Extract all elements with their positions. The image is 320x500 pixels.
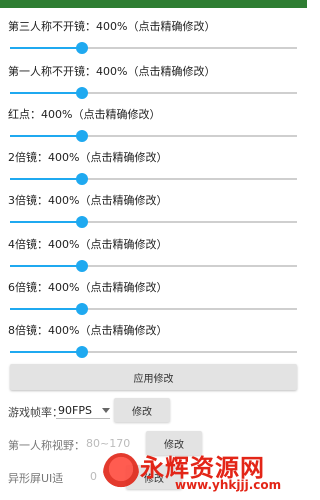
flame-logo-icon	[103, 453, 139, 493]
setting-label[interactable]: 6倍镜：400%（点击精确修改）	[8, 281, 167, 295]
ui-adapt-value[interactable]: 0	[90, 470, 97, 483]
setting-label[interactable]: 8倍镜：400%（点击精确修改）	[8, 324, 167, 338]
fps-select[interactable]: 90FPS	[58, 404, 110, 417]
slider-fill	[10, 308, 82, 310]
sensitivity-slider[interactable]	[10, 42, 297, 54]
slider-fill	[10, 351, 82, 353]
chevron-down-icon	[101, 408, 110, 413]
sensitivity-slider[interactable]	[10, 130, 297, 142]
setting-label[interactable]: 第一人称不开镜：400%（点击精确修改）	[8, 65, 215, 79]
setting-row: 3倍镜：400%（点击精确修改）	[0, 194, 307, 236]
sensitivity-slider[interactable]	[10, 260, 297, 272]
sensitivity-slider[interactable]	[10, 303, 297, 315]
fps-label: 游戏帧率：	[8, 406, 63, 419]
slider-fill	[10, 135, 82, 137]
slider-thumb[interactable]	[75, 216, 88, 228]
slider-thumb[interactable]	[75, 260, 88, 272]
setting-row: 2倍镜：400%（点击精确修改）	[0, 151, 307, 193]
fps-modify-button[interactable]: 修改	[114, 398, 170, 422]
setting-row: 第一人称不开镜：400%（点击精确修改）	[0, 65, 307, 107]
setting-label[interactable]: 第三人称不开镜：400%（点击精确修改）	[8, 20, 215, 34]
top-status-bar	[0, 0, 307, 8]
fov-label: 第一人称视野：	[8, 439, 85, 452]
setting-row: 8倍镜：400%（点击精确修改）	[0, 324, 307, 366]
slider-thumb[interactable]	[75, 87, 88, 99]
fov-range[interactable]: 80~170	[86, 437, 130, 450]
slider-thumb[interactable]	[75, 42, 88, 54]
slider-fill	[10, 47, 82, 49]
fov-range-value: 80~170	[86, 437, 131, 450]
fps-select-underline	[56, 418, 110, 419]
slider-thumb[interactable]	[75, 130, 88, 142]
slider-thumb[interactable]	[75, 173, 88, 185]
slider-fill	[10, 221, 82, 223]
setting-label[interactable]: 2倍镜：400%（点击精确修改）	[8, 151, 167, 165]
setting-label[interactable]: 4倍镜：400%（点击精确修改）	[8, 238, 167, 252]
slider-fill	[10, 265, 82, 267]
setting-row: 6倍镜：400%（点击精确修改）	[0, 281, 307, 323]
slider-fill	[10, 92, 82, 94]
setting-row: 红点：400%（点击精确修改）	[0, 108, 307, 150]
sensitivity-slider[interactable]	[10, 216, 297, 228]
sensitivity-slider[interactable]	[10, 173, 297, 185]
slider-fill	[10, 178, 82, 180]
sensitivity-slider[interactable]	[10, 346, 297, 358]
slider-thumb[interactable]	[75, 346, 88, 358]
sensitivity-slider[interactable]	[10, 87, 297, 99]
setting-label[interactable]: 红点：400%（点击精确修改）	[8, 108, 160, 122]
setting-label[interactable]: 3倍镜：400%（点击精确修改）	[8, 194, 167, 208]
setting-row: 4倍镜：400%（点击精确修改）	[0, 238, 307, 280]
slider-thumb[interactable]	[75, 303, 88, 315]
ui-adapt-label: 异形屏UI适	[8, 472, 64, 485]
setting-row: 第三人称不开镜：400%（点击精确修改）	[0, 20, 307, 62]
apply-changes-button[interactable]: 应用修改	[10, 364, 297, 390]
fps-select-value: 90FPS	[58, 404, 92, 417]
watermark-url: www.yhkjjj.com	[175, 478, 282, 492]
